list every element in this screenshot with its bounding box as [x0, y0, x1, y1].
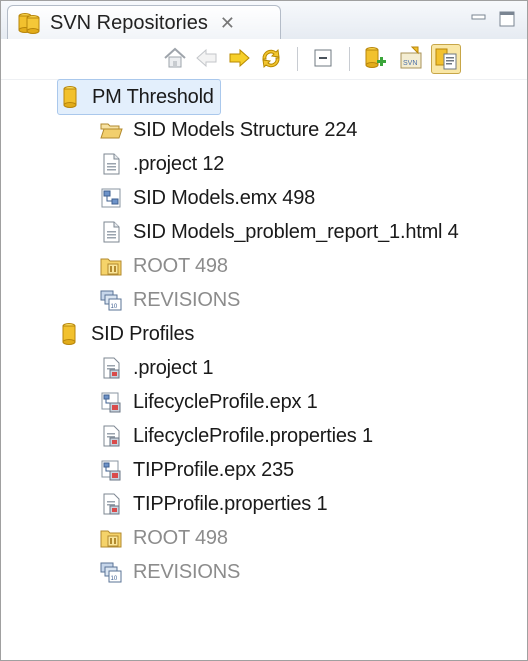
tree-item-label: SID Profiles: [91, 322, 195, 345]
tree-item-folder[interactable]: SID Models Structure 224: [99, 113, 357, 147]
forward-button[interactable]: [225, 44, 253, 72]
close-icon[interactable]: ✕: [220, 13, 235, 34]
new-repository-button[interactable]: [361, 44, 389, 72]
svg-text:10: 10: [111, 304, 118, 310]
maximize-icon[interactable]: [497, 9, 517, 29]
tree-item-file[interactable]: LifecycleProfile.properties 1: [99, 419, 373, 453]
folder-open-icon: [100, 123, 123, 139]
tree-item-revisions[interactable]: 10 REVISIONS: [99, 555, 240, 589]
tree-item-file[interactable]: SID Models.emx 498: [99, 181, 315, 215]
tree-item-label: LifecycleProfile.epx 1: [133, 390, 318, 413]
tree-item-root[interactable]: ROOT 498: [99, 521, 228, 555]
profile-file-icon: [103, 493, 120, 515]
tree-item-label: TIPProfile.properties 1: [133, 492, 328, 515]
refresh-icon: [262, 48, 280, 69]
svn-import-icon: SVN: [400, 46, 422, 69]
model-file-icon: [101, 188, 121, 208]
profile-file-icon: [103, 425, 120, 447]
tree-item-file[interactable]: .project 1: [99, 351, 213, 385]
view-toolbar: SVN: [1, 39, 527, 80]
tree-item-file[interactable]: TIPProfile.epx 235: [99, 453, 294, 487]
profile-file-icon: [103, 357, 120, 379]
collapse-all-button[interactable]: [309, 44, 337, 72]
tree-item-label: .project 12: [133, 152, 225, 175]
home-icon: [164, 47, 186, 68]
tree-item-file[interactable]: TIPProfile.properties 1: [99, 487, 328, 521]
tree-item-label: PM Threshold: [92, 85, 214, 108]
repositories-icon: [18, 13, 40, 34]
home-button[interactable]: [161, 44, 189, 72]
toolbar-separator: [349, 47, 350, 71]
root-folder-icon: [100, 530, 122, 548]
new-repository-icon: [365, 47, 386, 68]
back-icon: [196, 48, 217, 68]
svg-text:10: 10: [111, 576, 118, 582]
toolbar-separator: [297, 47, 298, 71]
profile-model-icon: [101, 460, 121, 481]
tree-item-file[interactable]: LifecycleProfile.epx 1: [99, 385, 318, 419]
root-folder-icon: [100, 258, 122, 276]
tree-item-label: REVISIONS: [133, 560, 241, 583]
tree-item-label: SID Models.emx 498: [133, 186, 316, 209]
tree-item-file[interactable]: .project 12: [99, 147, 224, 181]
link-with-editor-button[interactable]: [431, 44, 461, 74]
tree-item-repository[interactable]: PM Threshold: [57, 79, 221, 115]
tree-item-label: REVISIONS: [133, 288, 241, 311]
revisions-icon: 10: [100, 562, 122, 583]
tree-item-revisions[interactable]: 10 REVISIONS: [99, 283, 240, 317]
tree-item-label: ROOT 498: [133, 526, 228, 549]
back-button[interactable]: [193, 44, 221, 72]
profile-model-icon: [101, 392, 121, 413]
svn-import-button[interactable]: SVN: [397, 44, 425, 72]
tree-item-label: LifecycleProfile.properties 1: [133, 424, 373, 447]
tree-item-label: .project 1: [133, 356, 214, 379]
tree-item-repository[interactable]: SID Profiles: [57, 317, 194, 351]
view-tab-bar: SVN Repositories ✕: [1, 1, 527, 40]
revisions-icon: 10: [100, 290, 122, 311]
tree-item-label: TIPProfile.epx 235: [133, 458, 294, 481]
repository-icon: [62, 323, 76, 345]
file-icon: [103, 221, 120, 243]
tab-title: SVN Repositories: [50, 11, 208, 34]
tab-svn-repositories[interactable]: SVN Repositories ✕: [7, 5, 281, 40]
link-with-editor-icon: [435, 48, 457, 70]
repository-icon: [63, 86, 77, 108]
minimize-icon[interactable]: [469, 9, 489, 29]
tree-item-label: SID Models Structure 224: [133, 118, 358, 141]
tree-item-file[interactable]: SID Models_problem_report_1.html 4: [99, 215, 459, 249]
tree-item-label: ROOT 498: [133, 254, 228, 277]
svg-text:SVN: SVN: [403, 60, 417, 67]
forward-icon: [229, 48, 250, 68]
tree-item-label: SID Models_problem_report_1.html 4: [133, 220, 459, 243]
tree-item-root[interactable]: ROOT 498: [99, 249, 228, 283]
refresh-button[interactable]: [257, 44, 285, 72]
file-icon: [103, 153, 120, 175]
collapse-all-icon: [314, 49, 332, 67]
svn-repositories-view: SVN Repositories ✕ SVN PM Threshold SID …: [0, 0, 528, 661]
